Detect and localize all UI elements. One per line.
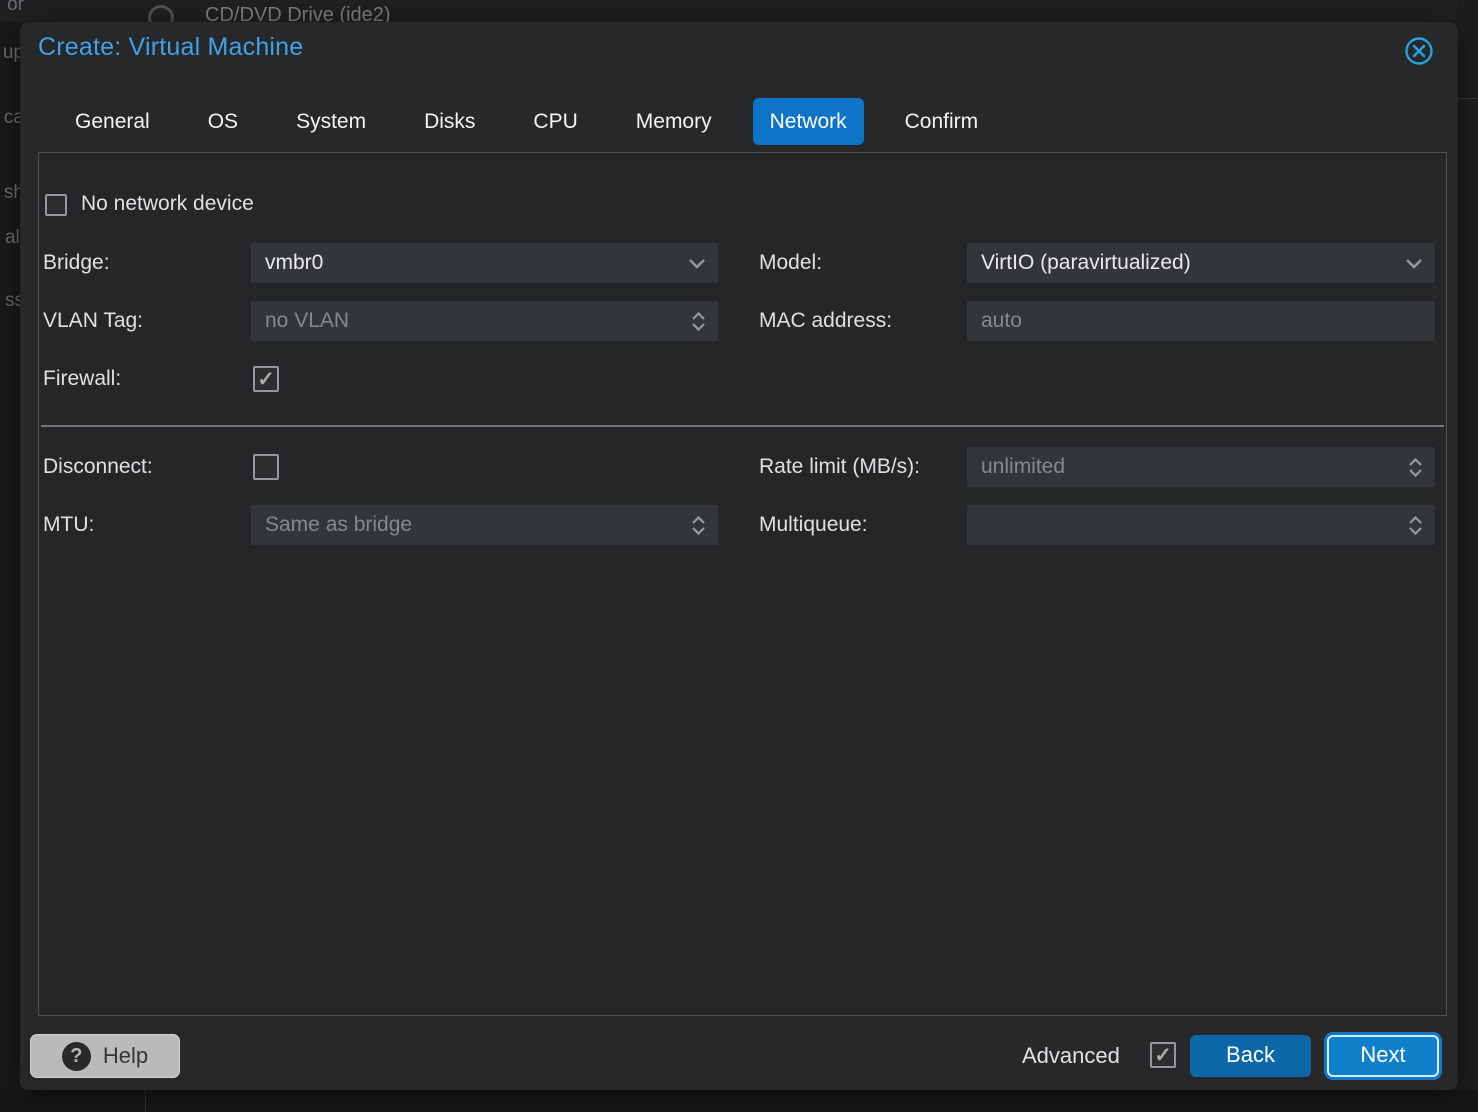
model-input[interactable] [967,243,1435,283]
rate-limit-input[interactable] [967,447,1435,487]
bridge-combobox[interactable] [251,243,718,283]
bridge-input[interactable] [251,243,718,283]
chevron-down-icon [1408,527,1423,535]
tab-cpu[interactable]: CPU [516,98,594,145]
vlan-tag-label: VLAN Tag: [43,301,143,341]
close-button[interactable] [1404,36,1434,66]
tab-disks[interactable]: Disks [407,98,492,145]
question-mark-icon: ? [62,1042,91,1071]
help-button-label: Help [103,1043,148,1069]
dialog-title: Create: Virtual Machine [38,33,303,62]
mac-address-field[interactable] [967,301,1435,341]
chevron-down-icon [691,527,706,535]
mac-address-input[interactable] [967,301,1435,341]
tab-confirm[interactable]: Confirm [888,98,996,145]
mtu-label: MTU: [43,505,94,545]
chevron-down-icon[interactable] [1405,243,1423,283]
spinner-icons[interactable] [691,301,706,341]
advanced-checkbox[interactable]: ✓ [1150,1042,1176,1068]
background-column-divider [145,1090,146,1112]
mtu-spinner[interactable] [251,505,718,545]
firewall-checkbox[interactable]: ✓ [253,366,279,392]
tab-network[interactable]: Network [753,98,864,145]
disconnect-label: Disconnect: [43,447,153,487]
firewall-label: Firewall: [43,359,121,399]
chevron-up-icon [1408,458,1423,466]
mtu-input[interactable] [251,505,718,545]
tab-memory[interactable]: Memory [619,98,729,145]
tab-os[interactable]: OS [191,98,255,145]
multiqueue-label: Multiqueue: [759,505,868,545]
network-form-panel: No network device Bridge: Model: VLAN Ta… [38,152,1447,1016]
chevron-up-icon [1408,516,1423,524]
background-right-panel [1458,0,1478,1112]
rate-limit-spinner[interactable] [967,447,1435,487]
spinner-icons[interactable] [1408,505,1423,545]
help-button[interactable]: ? Help [30,1034,180,1078]
rate-limit-label: Rate limit (MB/s): [759,447,920,487]
model-combobox[interactable] [967,243,1435,283]
chevron-down-icon [1408,469,1423,477]
wizard-tabbar: General OS System Disks CPU Memory Netwo… [58,98,995,145]
tab-general[interactable]: General [58,98,167,145]
next-button[interactable]: Next [1327,1035,1439,1077]
vlan-tag-spinner[interactable] [251,301,718,341]
close-icon [1404,36,1434,66]
sidebar-fragment: or [0,0,24,16]
background-bottom-area [0,1090,1478,1112]
no-network-device-checkbox[interactable] [45,194,67,216]
chevron-down-icon[interactable] [688,243,706,283]
create-vm-dialog: Create: Virtual Machine General OS Syste… [20,22,1458,1090]
no-network-device-label: No network device [81,184,254,224]
section-divider [41,425,1444,427]
advanced-label: Advanced [1022,1043,1120,1069]
chevron-down-icon [691,323,706,331]
spinner-icons[interactable] [691,505,706,545]
bridge-label: Bridge: [43,243,110,283]
multiqueue-spinner[interactable] [967,505,1435,545]
multiqueue-input[interactable] [967,505,1435,545]
vlan-tag-input[interactable] [251,301,718,341]
disconnect-checkbox[interactable] [253,454,279,480]
tab-system[interactable]: System [279,98,383,145]
background-divider [1458,98,1478,99]
mac-address-label: MAC address: [759,301,892,341]
chevron-up-icon [691,312,706,320]
model-label: Model: [759,243,822,283]
spinner-icons[interactable] [1408,447,1423,487]
back-button[interactable]: Back [1190,1035,1311,1077]
chevron-up-icon [691,516,706,524]
